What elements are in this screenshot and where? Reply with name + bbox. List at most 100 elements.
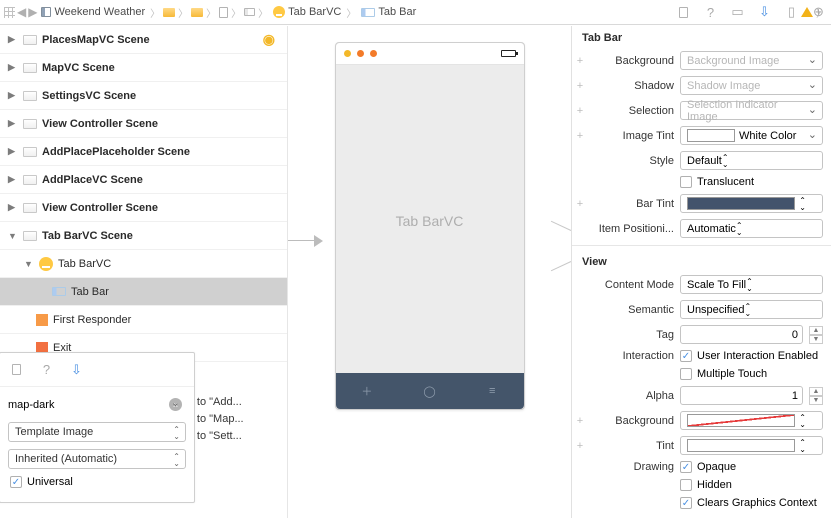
color-swatch-icon — [687, 439, 795, 452]
image-tint-select[interactable]: White Color — [680, 126, 823, 145]
scene-icon — [23, 35, 37, 45]
scene-icon — [23, 63, 37, 73]
label: Semantic — [590, 304, 674, 316]
size-inspector-icon[interactable]: ▯ — [785, 6, 798, 19]
background-image-select[interactable]: Background Image — [680, 51, 823, 70]
storyboard-canvas[interactable]: Tab BarVC ＋ ◯ ≡ — [288, 26, 571, 518]
view-tint-select[interactable] — [680, 436, 823, 455]
scene-row[interactable]: ▼Tab BarVC Scene — [0, 222, 287, 250]
scene-row[interactable]: ▶MapVC Scene — [0, 54, 287, 82]
scene-icon — [23, 203, 37, 213]
clear-icon[interactable]: × — [169, 398, 182, 411]
scene-icon — [23, 91, 37, 101]
alpha-stepper[interactable]: ▲▼ — [809, 387, 823, 405]
style-select[interactable]: Default — [680, 151, 823, 170]
crumb-project[interactable]: Weekend Weather — [39, 6, 147, 18]
tag-stepper[interactable]: ▲▼ — [809, 326, 823, 344]
label: Bar Tint — [590, 198, 674, 210]
canvas-tab-bar[interactable]: ＋ ◯ ≡ — [336, 373, 524, 409]
uie-check[interactable]: User Interaction Enabled — [680, 350, 823, 362]
label: Selection — [590, 105, 674, 117]
storyboard-file-icon[interactable] — [244, 8, 255, 16]
semantic-select[interactable]: Unspecified — [680, 300, 823, 319]
render-as-select[interactable]: Template Image — [8, 422, 186, 442]
hidden-check[interactable]: Hidden — [680, 479, 823, 491]
tabbar-icon — [52, 287, 66, 296]
scene-row[interactable]: ▶View Controller Scene — [0, 194, 287, 222]
tabitem-globe[interactable]: ◯ — [398, 373, 461, 409]
view-background-select[interactable] — [680, 411, 823, 430]
outline-item-tabvc[interactable]: ▼Tab BarVC — [0, 250, 287, 278]
status-dot-icon: ◉ — [263, 31, 275, 48]
scene-row[interactable]: ▶PlacesMapVC Scene◉ — [0, 26, 287, 54]
outline-item-tabbar[interactable]: Tab Bar — [0, 278, 287, 306]
breadcrumb: ◀ ▶ Weekend Weather 〉 〉 〉 〉 〉 Tab BarVC … — [0, 0, 831, 25]
checkbox-icon[interactable] — [680, 461, 692, 473]
scene-icon — [23, 147, 37, 157]
bar-tint-select[interactable] — [680, 194, 823, 213]
tabvc-icon — [273, 6, 285, 18]
related-items-icon[interactable] — [4, 7, 15, 18]
checkbox-icon[interactable] — [680, 176, 692, 188]
plus-icon[interactable]: + — [576, 198, 584, 210]
nav-back-icon[interactable]: ◀ — [17, 5, 26, 19]
content-mode-select[interactable]: Scale To Fill — [680, 275, 823, 294]
selection-image-select[interactable]: Selection Indicator Image — [680, 101, 823, 120]
plus-icon[interactable]: + — [576, 130, 584, 142]
clears-graphics-check[interactable]: Clears Graphics Context — [680, 497, 823, 509]
connections-inspector-icon[interactable]: ⊕ — [812, 6, 825, 19]
plus-icon[interactable]: + — [576, 105, 584, 117]
attributes-inspector: Tab Bar +BackgroundBackground Image +Sha… — [571, 26, 831, 518]
crumb-tabbar[interactable]: Tab Bar — [359, 6, 418, 18]
plus-icon[interactable]: + — [576, 55, 584, 67]
label: Item Positioni... — [590, 223, 674, 235]
asset-attributes-panel: ? ⇩ × Template Image Inherited (Automati… — [0, 352, 195, 503]
opaque-check[interactable]: Opaque — [680, 461, 823, 473]
folder-icon[interactable] — [163, 8, 175, 17]
asset-name-field[interactable]: × — [8, 395, 186, 415]
alpha-field[interactable]: 1 — [680, 386, 803, 405]
storyboard-icon — [41, 7, 51, 17]
scene-row[interactable]: ▶AddPlaceVC Scene — [0, 166, 287, 194]
crumb-tabvc[interactable]: Tab BarVC — [271, 6, 343, 18]
outline-item-first-responder[interactable]: First Responder — [0, 306, 287, 334]
file-inspector-icon[interactable] — [10, 363, 23, 376]
tabitem-menu[interactable]: ≡ — [461, 373, 524, 409]
device-header — [336, 43, 524, 65]
plus-icon[interactable]: + — [576, 80, 584, 92]
attributes-inspector-icon[interactable]: ⇩ — [70, 363, 83, 376]
simulated-device[interactable]: Tab BarVC ＋ ◯ ≡ — [335, 42, 525, 410]
checkbox-icon[interactable] — [680, 479, 692, 491]
scene-icon — [23, 231, 37, 241]
checkbox-icon[interactable] — [680, 350, 692, 362]
section-tab-bar: Tab Bar — [572, 26, 831, 48]
plus-icon[interactable]: + — [576, 440, 584, 452]
translucent-check[interactable]: Translucent — [680, 176, 823, 188]
shadow-image-select[interactable]: Shadow Image — [680, 76, 823, 95]
checkbox-icon[interactable] — [10, 476, 22, 488]
universal-check-row[interactable]: Universal — [8, 476, 186, 488]
scene-row[interactable]: ▶View Controller Scene — [0, 110, 287, 138]
tabitem-add[interactable]: ＋ — [336, 373, 399, 409]
scene-row[interactable]: ▶AddPlacePlaceholder Scene — [0, 138, 287, 166]
folder-icon[interactable] — [191, 8, 203, 17]
scale-select[interactable]: Inherited (Automatic) — [8, 449, 186, 469]
help-inspector-icon[interactable]: ? — [704, 6, 717, 19]
identity-inspector-icon[interactable]: ▭ — [731, 6, 744, 19]
asset-name-input[interactable] — [8, 399, 186, 411]
checkbox-icon[interactable] — [680, 368, 692, 380]
item-positioning-select[interactable]: Automatic — [680, 219, 823, 238]
plus-icon[interactable]: + — [576, 415, 584, 427]
attributes-inspector-icon[interactable]: ⇩ — [758, 6, 771, 19]
color-swatch-icon — [687, 129, 735, 142]
doc-icon[interactable] — [219, 7, 228, 18]
selection-fan-icon — [549, 226, 571, 266]
tag-field[interactable]: 0 — [680, 325, 803, 344]
file-inspector-icon[interactable] — [677, 6, 690, 19]
multitouch-check[interactable]: Multiple Touch — [680, 368, 823, 380]
help-inspector-icon[interactable]: ? — [40, 363, 53, 376]
scene-row[interactable]: ▶SettingsVC Scene — [0, 82, 287, 110]
nav-fwd-icon[interactable]: ▶ — [28, 5, 37, 19]
dot-icon — [344, 50, 351, 57]
checkbox-icon[interactable] — [680, 497, 692, 509]
